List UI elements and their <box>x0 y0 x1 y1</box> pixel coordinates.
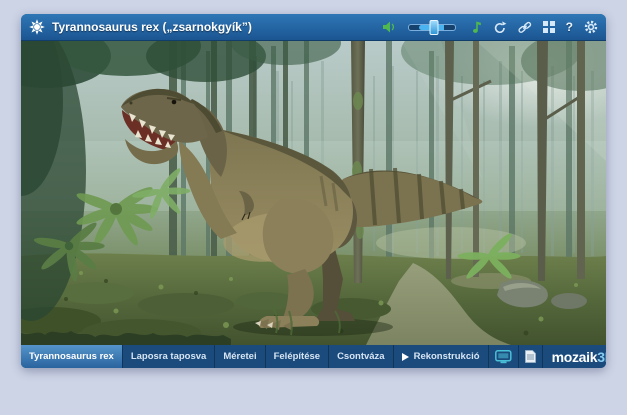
tab-tyrannosaurus-rex[interactable]: Tyrannosaurus rex <box>21 345 123 368</box>
rotate-icon[interactable] <box>493 21 507 34</box>
tab-video[interactable] <box>489 345 519 368</box>
gear-icon[interactable] <box>584 20 598 34</box>
grid-icon[interactable] <box>543 21 555 33</box>
link-icon[interactable] <box>518 21 532 34</box>
titlebar-controls: ? <box>383 20 598 34</box>
tab-rekonstrukcio[interactable]: Rekonstrukció <box>394 345 489 368</box>
volume-handle[interactable] <box>429 20 438 35</box>
document-icon <box>525 350 536 363</box>
mozaik3d-logo[interactable]: mozaik3D <box>543 345 606 368</box>
tab-description[interactable] <box>519 345 543 368</box>
tab-label: Rekonstrukció <box>414 351 480 362</box>
tv-icon <box>495 350 512 364</box>
scene-3d-viewport[interactable] <box>21 41 606 345</box>
tab-meretei[interactable]: Méretei <box>215 345 265 368</box>
volume-slider[interactable] <box>408 24 456 31</box>
window-title: Tyrannosaurus rex („zsarnokgyík”) <box>52 20 252 34</box>
music-note-icon[interactable] <box>471 21 482 34</box>
tab-bar: Tyrannosaurus rex Laposra taposva Mérete… <box>21 345 606 368</box>
help-icon[interactable]: ? <box>566 21 573 33</box>
logo-suffix: 3D <box>597 349 606 365</box>
tab-felepitese[interactable]: Felépítése <box>266 345 329 368</box>
tab-csontvaza[interactable]: Csontváza <box>329 345 394 368</box>
tab-laposra-taposva[interactable]: Laposra taposva <box>123 345 216 368</box>
volume-icon[interactable] <box>383 21 397 33</box>
logo-brand: mozaik <box>552 349 598 365</box>
tab-label: Csontváza <box>337 351 385 362</box>
title-bar: Tyrannosaurus rex („zsarnokgyík”) <box>21 14 606 41</box>
tab-label: Laposra taposva <box>131 351 207 362</box>
app-window: Tyrannosaurus rex („zsarnokgyík”) <box>21 14 606 368</box>
play-icon <box>402 353 409 361</box>
tab-label: Tyrannosaurus rex <box>29 351 114 362</box>
tab-label: Felépítése <box>274 351 320 362</box>
tab-label: Méretei <box>223 351 256 362</box>
app-logo-icon[interactable] <box>29 19 45 35</box>
